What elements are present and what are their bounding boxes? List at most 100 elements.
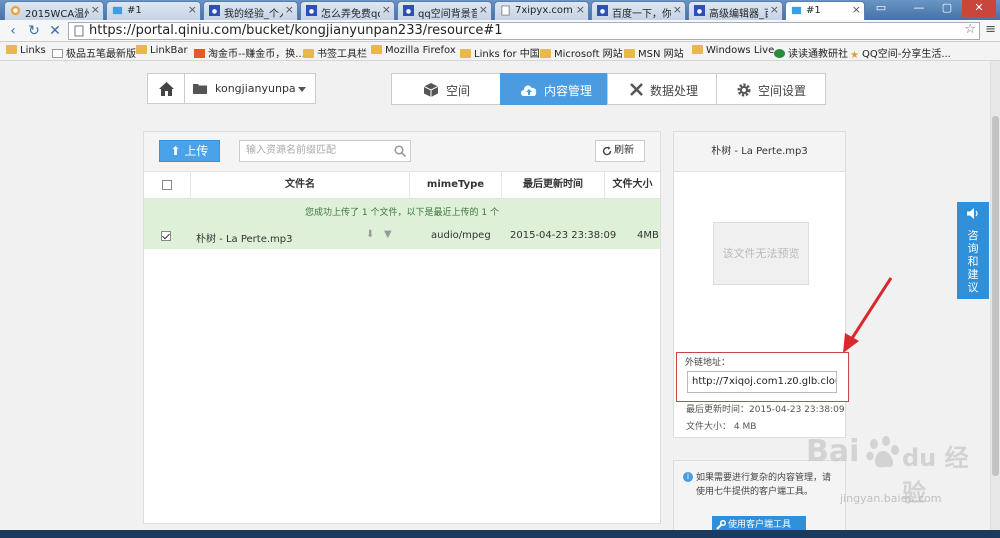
bookmark-item[interactable]: Links [6, 45, 46, 56]
bookmark-item[interactable]: 淘金币--赚金币，换... [194, 45, 305, 60]
column-header[interactable]: mimeType [409, 172, 501, 199]
download-icon[interactable]: ⬇ [366, 229, 374, 240]
upload-label: 上传 [184, 144, 209, 158]
close-icon[interactable]: × [285, 3, 294, 16]
tab-label: 高级编辑器_百 [709, 9, 768, 20]
bookmark-label: Microsoft 网站 [554, 49, 623, 60]
search-input[interactable]: 输入资源名前缀匹配 [239, 140, 411, 162]
taobao-icon [194, 49, 205, 58]
close-icon[interactable]: × [576, 3, 585, 16]
browser-tab[interactable]: 2015WCA温州 × [4, 1, 104, 20]
row-checkbox[interactable] [161, 231, 171, 241]
bookmark-label: Links for 中国 [474, 49, 540, 60]
watermark-site: jingyan.baidu.com [840, 492, 942, 505]
feedback-tab[interactable]: 咨询和建议 [957, 202, 989, 299]
address-text: https://portal.qiniu.com/bucket/kongjian… [89, 23, 503, 38]
back-button[interactable]: ‹ [4, 22, 22, 40]
tab-label: 2015WCA温州 [25, 9, 89, 20]
baidu-paw-icon [209, 5, 220, 16]
bookmark-item[interactable]: 书签工具栏 [303, 45, 367, 60]
baidu-paw-icon [866, 436, 899, 468]
baidu-paw-icon [403, 5, 414, 16]
column-header[interactable]: 最后更新时间 [501, 172, 604, 199]
column-header[interactable]: 文件名 [190, 172, 409, 199]
new-tab-button[interactable]: ▭ [870, 0, 892, 17]
browser-tab[interactable]: 我的经验_个人 × [203, 1, 298, 20]
scrollbar-thumb[interactable] [992, 116, 999, 476]
bookmark-item[interactable]: 极品五笔最新版 [52, 45, 136, 60]
bookmark-label: 书签工具栏 [317, 49, 367, 60]
tab-content-management[interactable]: 内容管理 [500, 73, 608, 105]
folder-icon [460, 49, 471, 58]
star-icon[interactable]: ☆ [964, 22, 976, 37]
select-all-checkbox[interactable] [162, 180, 172, 190]
browser-tab[interactable]: #1 × [106, 1, 201, 20]
bucket-selector[interactable]: kongjianyunpa [185, 73, 316, 104]
bookmark-item[interactable]: LinkBar [136, 45, 188, 56]
bookmark-item[interactable]: 读读通教研社 [774, 45, 848, 60]
close-window-button[interactable]: ✕ [962, 0, 996, 17]
stop-button[interactable]: ✕ [46, 22, 64, 40]
site-icon [774, 49, 785, 58]
close-icon[interactable]: × [479, 3, 488, 16]
upload-success-group: 您成功上传了 1 个文件，以下是最近上传的 1 个 朴树 - La Perte.… [144, 199, 660, 249]
preview-placeholder: 该文件无法预览 [713, 222, 809, 285]
baidu-paw-icon [306, 5, 317, 16]
bucket-name: kongjianyunpa [215, 82, 296, 95]
close-icon[interactable]: × [91, 3, 100, 16]
bookmark-item[interactable]: Windows Live [692, 45, 774, 56]
tab-space-settings[interactable]: 空间设置 [716, 73, 826, 105]
page-scrollbar[interactable] [990, 61, 1000, 538]
bookmark-item[interactable]: ★ QQ空间-分享生活... [850, 45, 951, 61]
browser-tab-bar: 2015WCA温州 × #1 × 我的经验_个人 × 怎么弄免费qq × qq空间背景音… [0, 0, 1000, 20]
browser-tab[interactable]: 百度一下，你就× [591, 1, 686, 20]
link-label: 外链地址： [685, 358, 731, 368]
browser-tab-active[interactable]: #1 × [785, 1, 865, 20]
bookmark-item[interactable]: Microsoft 网站 [540, 45, 623, 60]
file-list-panel: ⬆ 上传 输入资源名前缀匹配 刷新 文件名 mimeType 最后更新时间 文件… [143, 131, 661, 524]
watermark-logo: Bai [806, 434, 860, 469]
browser-tab[interactable]: 怎么弄免费qq × [300, 1, 395, 20]
box-icon [424, 83, 438, 97]
page-icon [74, 25, 84, 37]
bookmark-label: 淘金币--赚金币，换... [208, 49, 305, 60]
browser-tab[interactable]: 7xipyx.com1.z× [494, 1, 589, 20]
info-icon: i [683, 472, 693, 482]
feedback-label: 咨询和建议 [967, 229, 979, 294]
bookmarks-bar: Links 极品五笔最新版 LinkBar 淘金币--赚金币，换... 书签工具… [0, 42, 1000, 61]
column-header[interactable]: 文件大小 [604, 172, 660, 199]
tab-space[interactable]: 空间 [391, 73, 501, 105]
browser-tab[interactable]: qq空间背景音 × [397, 1, 492, 20]
chevron-down-icon[interactable]: ▼ [384, 229, 392, 240]
external-link-group: 外链地址： http://7xiqoj.com1.z0.glb.cloudd [676, 352, 849, 402]
table-row[interactable]: 朴树 - La Perte.mp3 ⬇ ▼ audio/mpeg 2015-04… [144, 225, 660, 249]
reload-button[interactable]: ↻ [25, 22, 43, 40]
close-icon[interactable]: × [852, 3, 861, 16]
globe-icon [10, 5, 21, 16]
close-icon[interactable]: × [382, 3, 391, 16]
chevron-down-icon [298, 87, 306, 92]
close-icon[interactable]: × [673, 3, 682, 16]
minimize-button[interactable]: — [906, 0, 932, 17]
bookmark-item[interactable]: Links for 中国 [460, 45, 540, 60]
browser-tab[interactable]: 高级编辑器_百 × [688, 1, 783, 20]
close-icon[interactable]: × [188, 3, 197, 16]
home-button[interactable] [147, 73, 185, 104]
tab-data-processing[interactable]: 数据处理 [607, 73, 717, 105]
upload-button[interactable]: ⬆ 上传 [159, 140, 220, 162]
baidu-paw-icon [597, 5, 608, 16]
file-name[interactable]: 朴树 - La Perte.mp3 [196, 230, 292, 245]
address-input[interactable]: https://portal.qiniu.com/bucket/kongjian… [68, 22, 980, 40]
refresh-button[interactable]: 刷新 [595, 140, 645, 162]
table-header: 文件名 mimeType 最后更新时间 文件大小 [144, 172, 660, 199]
maximize-button[interactable]: ▢ [934, 0, 960, 17]
bookmark-item[interactable]: MSN 网站 [624, 45, 684, 60]
tab-label: 数据处理 [650, 84, 699, 98]
close-icon[interactable]: × [770, 3, 779, 16]
bookmark-item[interactable]: Mozilla Firefox [371, 45, 456, 56]
tab-label: 空间设置 [758, 84, 807, 98]
tools-icon [630, 83, 643, 96]
external-link-field[interactable]: http://7xiqoj.com1.z0.glb.cloudd [687, 371, 837, 393]
cloud-upload-icon [521, 85, 537, 96]
menu-icon[interactable]: ≡ [985, 22, 996, 37]
